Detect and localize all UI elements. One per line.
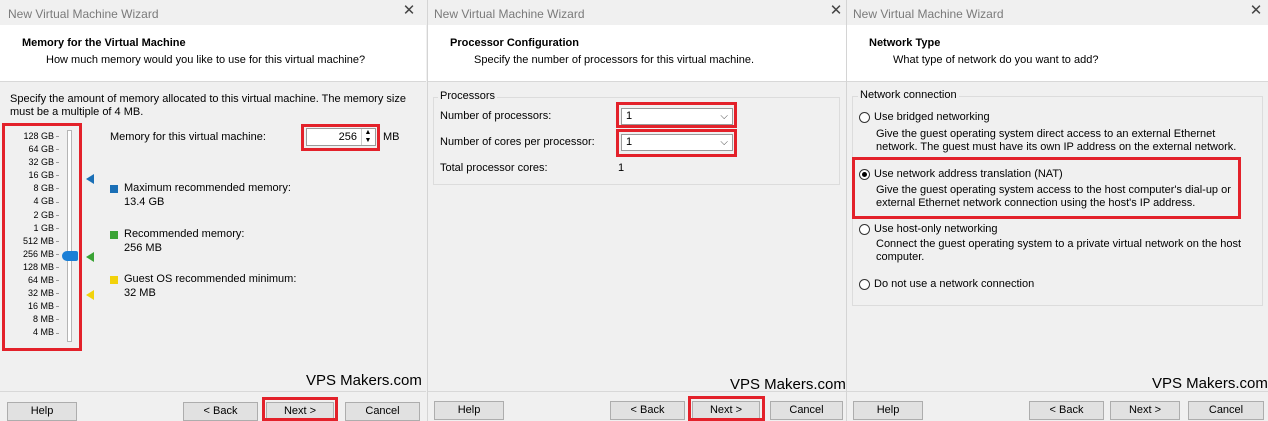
slider-tick — [56, 319, 59, 321]
max-memory-value: 13.4 GB — [124, 196, 165, 208]
window-title: New Virtual Machine Wizard — [8, 7, 159, 21]
memory-intro-line2: must be a multiple of 4 MB. — [10, 106, 144, 118]
footer-divider — [428, 391, 846, 392]
host-only-description-line1: Connect the guest operating system to a … — [876, 238, 1242, 250]
slider-tick — [56, 240, 59, 242]
slider-tick — [56, 253, 59, 255]
host-only-radio[interactable] — [859, 224, 870, 235]
slider-tick — [56, 175, 59, 177]
nat-highlight-box — [852, 157, 1241, 219]
help-button[interactable]: Help — [853, 401, 923, 420]
recommended-memory-marker-icon — [86, 252, 94, 262]
close-icon[interactable]: ✕ — [829, 3, 843, 18]
recommended-memory-legend-swatch — [110, 231, 118, 239]
watermark: VPS Makers.com — [306, 372, 422, 389]
bridged-description-line1: Give the guest operating system direct a… — [876, 128, 1216, 140]
wizard-header: Network Type What type of network do you… — [847, 25, 1268, 82]
page-title: Processor Configuration — [450, 37, 579, 49]
close-icon[interactable]: ✕ — [1249, 3, 1263, 18]
max-memory-label: Maximum recommended memory: — [124, 182, 291, 194]
minimum-memory-legend-swatch — [110, 276, 118, 284]
network-wizard-panel: New Virtual Machine Wizard ✕ Network Typ… — [846, 0, 1268, 421]
no-network-radio[interactable] — [859, 279, 870, 290]
minimum-memory-marker-icon — [86, 290, 94, 300]
slider-tick — [56, 227, 59, 229]
slider-tick — [56, 332, 59, 334]
max-memory-marker-icon — [86, 174, 94, 184]
window-title: New Virtual Machine Wizard — [434, 7, 585, 21]
slider-tick — [56, 267, 59, 268]
close-icon[interactable]: ✕ — [402, 3, 416, 18]
total-cores-label: Total processor cores: — [440, 162, 548, 174]
next-button[interactable]: Next > — [1110, 401, 1180, 420]
network-connection-group-label: Network connection — [858, 89, 959, 101]
window-title: New Virtual Machine Wizard — [853, 7, 1004, 21]
memory-field-label: Memory for this virtual machine: — [110, 131, 266, 143]
recommended-memory-value: 256 MB — [124, 242, 162, 254]
back-button[interactable]: < Back — [183, 402, 258, 421]
next-highlight-box — [262, 397, 338, 421]
slider-tick — [56, 214, 59, 216]
footer-divider — [0, 391, 426, 392]
wizard-header: Processor Configuration Specify the numb… — [428, 25, 846, 82]
spinbox-highlight-box — [301, 124, 380, 151]
cancel-button[interactable]: Cancel — [770, 401, 843, 420]
bridged-radio[interactable] — [859, 112, 870, 123]
next-highlight-box — [688, 396, 765, 421]
memory-intro-line1: Specify the amount of memory allocated t… — [10, 93, 406, 105]
page-title: Network Type — [869, 37, 941, 49]
memory-wizard-panel: New Virtual Machine Wizard ✕ Memory for … — [0, 0, 426, 421]
help-button[interactable]: Help — [434, 401, 504, 420]
slider-tick — [56, 136, 59, 137]
page-title: Memory for the Virtual Machine — [22, 37, 186, 49]
slider-tick — [56, 162, 59, 164]
watermark: VPS Makers.com — [1152, 375, 1268, 392]
no-network-label[interactable]: Do not use a network connection — [874, 278, 1034, 290]
bridged-description-line2: network. The guest must have its own IP … — [876, 141, 1237, 153]
total-cores-value: 1 — [618, 162, 625, 174]
slider-tick — [56, 149, 59, 151]
host-only-label[interactable]: Use host-only networking — [874, 223, 998, 235]
cores-per-processor-label: Number of cores per processor: — [440, 136, 595, 148]
footer-divider — [847, 391, 1268, 392]
slider-tick — [56, 201, 59, 203]
slider-tick — [56, 293, 59, 295]
minimum-memory-label: Guest OS recommended minimum: — [124, 273, 297, 285]
cancel-button[interactable]: Cancel — [345, 402, 420, 421]
slider-tick — [56, 306, 59, 308]
host-only-description-line2: computer. — [876, 251, 925, 263]
processors-highlight-box — [616, 102, 737, 128]
cancel-button[interactable]: Cancel — [1188, 401, 1264, 420]
cores-highlight-box — [616, 129, 737, 157]
processor-wizard-panel: New Virtual Machine Wizard ✕ Processor C… — [427, 0, 846, 421]
page-subtitle: Specify the number of processors for thi… — [474, 54, 755, 66]
num-processors-label: Number of processors: — [440, 110, 552, 122]
minimum-memory-value: 32 MB — [124, 287, 156, 299]
wizard-header: Memory for the Virtual Machine How much … — [0, 25, 426, 82]
page-subtitle: What type of network do you want to add? — [893, 54, 1099, 66]
processors-group-label: Processors — [438, 90, 498, 102]
slider-tick — [56, 280, 59, 282]
slider-highlight-box — [2, 123, 82, 351]
help-button[interactable]: Help — [7, 402, 77, 421]
back-button[interactable]: < Back — [610, 401, 685, 420]
recommended-memory-label: Recommended memory: — [124, 228, 245, 240]
back-button[interactable]: < Back — [1029, 401, 1104, 420]
memory-unit: MB — [383, 131, 400, 143]
max-memory-legend-swatch — [110, 185, 118, 193]
slider-tick — [56, 188, 59, 190]
page-subtitle: How much memory would you like to use fo… — [46, 54, 366, 66]
bridged-label[interactable]: Use bridged networking — [874, 111, 990, 123]
